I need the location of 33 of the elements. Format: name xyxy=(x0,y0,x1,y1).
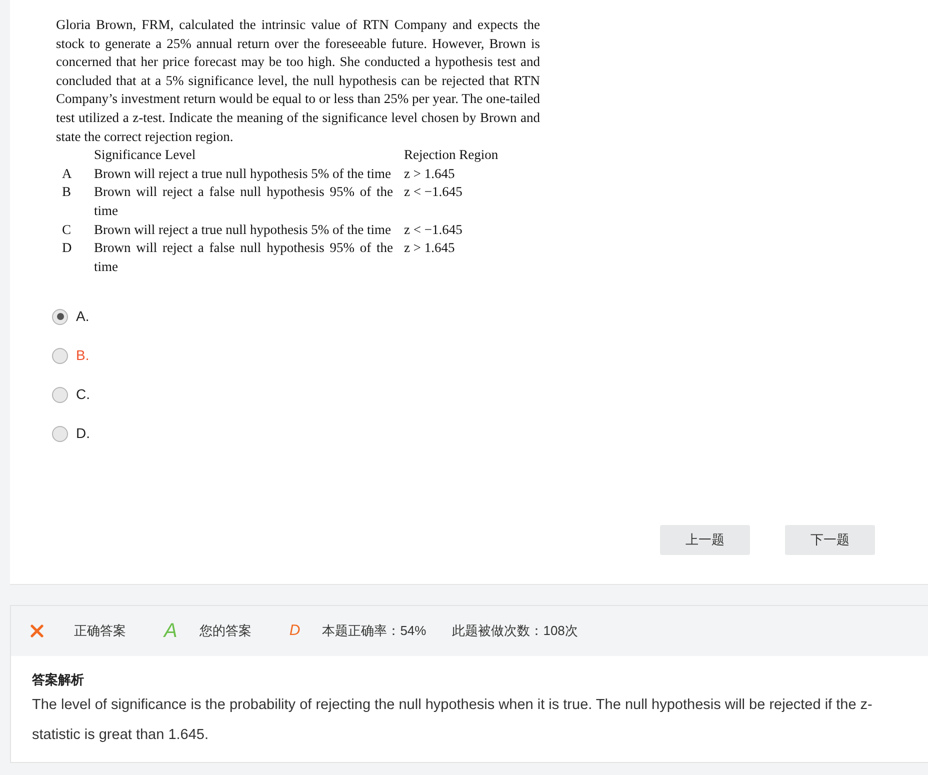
radio-button[interactable] xyxy=(52,308,68,325)
choice-letter: C xyxy=(61,220,72,239)
significance-text: Brown will reject a false null hypothesis 95% of the time xyxy=(94,183,393,220)
option-label[interactable]: D. xyxy=(76,423,90,444)
correct-answer-letter: A xyxy=(164,619,178,644)
rejection-region: z > 1.645 xyxy=(404,164,455,183)
column-header: Significance Level xyxy=(94,146,197,164)
choice-letter: A xyxy=(61,164,73,183)
rejection-region: z < −1.645 xyxy=(404,220,462,239)
accuracy-text: 本题正确率：54% xyxy=(322,622,426,640)
your-answer-label: 您的答案 xyxy=(199,622,252,640)
question-text: Gloria Brown, FRM, calculated the intrinsic value of RTN Company and expects the stock to generate a 25% annual return over the foreseeable future. However, Brown is concerned that her price forecast may be too high. She conducted a hypothesis test and concluded that at a 5% significance level, the null hypothesis can be rejected that RTN Company’s investment return would be equal to or less than 25% per year. The one-tailed test utilized a z-test. Indicate the meaning of the significance level chosen by Brown and state the correct rejection region. xyxy=(55,16,540,146)
radio-button[interactable] xyxy=(52,426,68,442)
correct-answer-label: 正确答案 xyxy=(74,622,126,640)
choice-letter: D xyxy=(61,239,73,258)
option-label[interactable]: B. xyxy=(76,345,90,366)
your-answer-letter: D xyxy=(289,620,300,641)
option-label[interactable]: C. xyxy=(76,384,90,406)
significance-text: Brown will reject a false null hypothesis 95% of the time xyxy=(94,239,393,276)
radio-button[interactable] xyxy=(52,386,68,403)
rejection-region: z < −1.645 xyxy=(404,183,462,202)
option-label[interactable]: A. xyxy=(76,306,90,328)
column-header: Rejection Region xyxy=(404,146,498,164)
choice-letter: B xyxy=(61,183,72,202)
rejection-region: z > 1.645 xyxy=(404,239,455,258)
significance-text: Brown will reject a true null hypothesis 5% of the time xyxy=(94,164,392,183)
nav-button[interactable]: 上一题 xyxy=(660,525,750,555)
analysis-text: The level of significance is the probability of rejecting the null hypothesis when it is true. The null hypothesis will be rejected if the z-statistic is great than 1.645. xyxy=(32,696,874,744)
analysis-heading: 答案解析 xyxy=(32,671,85,689)
radio-button[interactable] xyxy=(52,348,68,364)
attempts-text: 此题被做次数：108次 xyxy=(452,622,578,640)
significance-text: Brown will reject a true null hypothesis 5% of the time xyxy=(94,220,392,239)
nav-button[interactable]: 下一题 xyxy=(785,525,875,555)
